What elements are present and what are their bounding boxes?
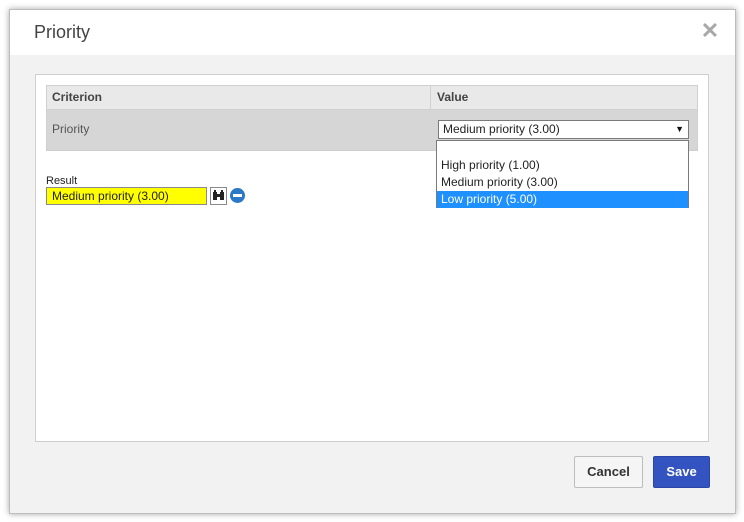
binoculars-icon[interactable]	[210, 187, 227, 205]
priority-dialog: Priority ✕ Criterion Value Priority Medi…	[9, 9, 736, 514]
dropdown-option-low[interactable]: Low priority (5.00)	[437, 191, 688, 208]
table-header: Criterion Value	[47, 86, 697, 110]
dialog-title: Priority	[34, 22, 91, 42]
result-field: Medium priority (3.00)	[46, 187, 207, 205]
dropdown-option-medium[interactable]: Medium priority (3.00)	[437, 174, 688, 191]
dropdown-option-high[interactable]: High priority (1.00)	[437, 157, 688, 174]
value-select[interactable]: Medium priority (3.00) ▼	[438, 120, 689, 139]
cancel-button[interactable]: Cancel	[574, 456, 643, 488]
dropdown-arrow-icon[interactable]: ▼	[675, 121, 684, 138]
close-icon[interactable]: ✕	[699, 20, 721, 42]
column-header-value[interactable]: Value	[432, 86, 468, 109]
minus-circle-icon[interactable]	[230, 188, 245, 203]
value-dropdown-list: High priority (1.00) Medium priority (3.…	[436, 140, 689, 208]
dialog-header: Priority ✕	[10, 10, 735, 55]
dialog-body: Criterion Value Priority Medium priority…	[35, 74, 709, 442]
criterion-cell: Priority	[52, 122, 90, 136]
save-button[interactable]: Save	[653, 456, 710, 488]
value-select-text: Medium priority (3.00)	[443, 122, 560, 136]
column-header-criterion[interactable]: Criterion	[47, 86, 431, 109]
result-label: Result	[46, 175, 78, 187]
dropdown-option-empty[interactable]	[437, 141, 688, 158]
